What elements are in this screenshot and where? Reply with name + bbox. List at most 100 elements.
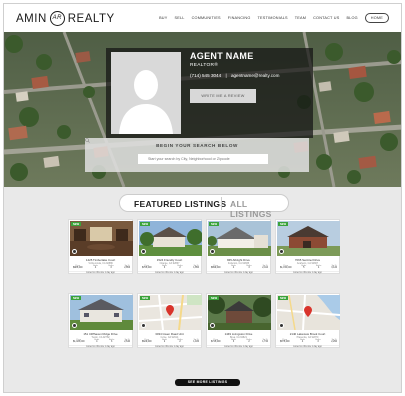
stat-price: Price $899,000 [211,265,221,269]
site-header: AMIN AR REALTY BUY SELL COMMUNITIES FINA… [4,4,401,32]
hero-section: AGENT NAME REALTOR® (714) 545 3044 | age… [4,32,401,187]
map-pin-icon[interactable] [72,323,77,328]
listing-map [277,295,340,330]
agent-title: REALTOR® [190,63,219,68]
listing-tabs: FEATURED LISTINGS ALL LISTINGS [119,194,289,219]
listing-stats: Price $629,000 Beds 2 Baths 2 Sq Ft 1,180 [142,339,199,343]
map-pin-icon[interactable] [279,249,284,254]
listing-stats: Price $1,150,000 Beds 5 Baths 4 Sq Ft 3,120 [280,265,337,269]
search-panel: BEGIN YOUR SEARCH BELOW [85,138,309,172]
listing-card[interactable]: NEW 1425 Timberlake Court Yorba Linda, C… [68,219,133,274]
listing-photo [70,221,133,256]
listing-photo [208,221,271,256]
agent-name: AGENT NAME [190,51,254,61]
stat-price: Price $1,150,000 [280,265,292,269]
nav-financing[interactable]: FINANCING [228,16,251,20]
stat-sqft: Sq Ft 3,120 [331,265,337,269]
listing-card[interactable]: NEW 1524 Friendly Court Orange, CA 92867… [137,219,202,274]
stat-sqft: Sq Ft 2,640 [124,339,130,343]
new-badge: NEW [140,296,151,300]
listings-section: FEATURED LISTINGS ALL LISTINGS NEW 1425 … [4,187,401,392]
listing-stats: Price $985,000 Beds 4 Baths 3 Sq Ft 2,856 [73,265,130,269]
stat-price: Price $765,000 [142,265,152,269]
agent-phone[interactable]: (714) 545 3044 [190,73,221,78]
logo-text-right: REALTY [67,12,115,25]
new-badge: NEW [71,222,82,226]
page-frame: AMIN AR REALTY BUY SELL COMMUNITIES FINA… [3,3,402,393]
person-icon [111,52,181,134]
stat-baths: Baths 2 [177,265,183,269]
map-pin-icon[interactable] [72,249,77,254]
listing-map [139,295,202,330]
write-review-button[interactable]: WRITE ME A REVIEW [190,89,256,103]
listed-date: Listed on this site 1 day ago [138,270,201,274]
listing-card[interactable]: NEW 1449 Livingston Drive Brea, CA 92821… [206,293,271,348]
nav-buy[interactable]: BUY [159,16,167,20]
nav-sell[interactable]: SELL [175,16,185,20]
stat-baths: Baths 2 [177,339,183,343]
stat-baths: Baths 4 [316,265,322,269]
stat-beds: Beds 4 [231,265,236,269]
main-nav: BUY SELL COMMUNITIES FINANCING TESTIMONI… [159,13,389,23]
listing-card[interactable]: NEW 845 Albright Drive Fullerton, CA 928… [206,219,271,274]
listing-card[interactable]: NEW 3034 Gwen Road Unit Irvine, CA 92614… [137,293,202,348]
map-pin-icon[interactable] [141,323,146,328]
listing-stats: Price $899,000 Beds 4 Baths 3 Sq Ft 2,410 [211,265,268,269]
stat-baths: Baths 2 [246,339,252,343]
listing-stats: Price $1,025,000 Beds 4 Baths 3 Sq Ft 2,640 [73,339,130,343]
map-pin-icon[interactable] [141,249,146,254]
agent-email[interactable]: agentname@realty.com [231,73,280,78]
nav-testimonials[interactable]: TESTIMONIALS [257,16,287,20]
stat-price: Price $745,000 [211,339,221,343]
stat-sqft: Sq Ft 2,856 [124,265,130,269]
stat-baths: Baths 3 [246,265,252,269]
stat-sqft: Sq Ft 2,290 [331,339,337,343]
search-title: BEGIN YOUR SEARCH BELOW [156,143,238,148]
new-badge: NEW [140,222,151,226]
nav-blog[interactable]: BLOG [346,16,357,20]
stat-price: Price $985,000 [73,265,83,269]
nav-contact-us[interactable]: CONTACT US [313,16,339,20]
listing-photo [277,221,340,256]
listing-card[interactable]: NEW 151 Cliffhaven Ridge Drive Tustin, C… [68,293,133,348]
listed-date: Listed on this site 1 day ago [276,270,339,274]
listing-card[interactable]: NEW 7065 Sentinel Drive Anaheim, CA 9280… [275,219,340,274]
listing-photo [70,295,133,330]
logo-mark-icon: AR [49,11,65,26]
map-pin-icon[interactable] [210,323,215,328]
new-badge: NEW [71,296,82,300]
stat-beds: Beds 5 [301,265,307,269]
listed-date: Listed on this site 1 day ago [276,344,339,348]
listing-card[interactable]: NEW 2140 Lakeview Brook Court Placentia,… [275,293,340,348]
contact-separator: | [225,73,227,78]
site-logo[interactable]: AMIN AR REALTY [16,11,115,26]
stat-price: Price $629,000 [142,339,152,343]
listed-date: Listed on this site 1 day ago [207,270,270,274]
stat-sqft: Sq Ft 2,410 [262,265,268,269]
stat-beds: Beds 2 [162,339,167,343]
nav-team[interactable]: TEAM [295,16,306,20]
stat-sqft: Sq Ft 1,740 [262,339,268,343]
logo-text-left: AMIN [16,12,47,25]
listed-date: Listed on this site 1 day ago [69,344,132,348]
stat-price: Price $1,025,000 [73,339,85,343]
stat-price: Price $875,000 [280,339,290,343]
agent-info-panel: AGENT NAME REALTOR® (714) 545 3044 | age… [106,48,313,138]
agent-avatar-placeholder [111,52,181,134]
listing-stats: Price $765,000 Beds 3 Baths 2 Sq Ft 1,850 [142,265,199,269]
listing-stats: Price $875,000 Beds 4 Baths 3 Sq Ft 2,290 [280,339,337,343]
map-pin-icon[interactable] [279,323,284,328]
home-button[interactable]: HOME [364,13,389,23]
stat-baths: Baths 3 [315,339,321,343]
agent-contact: (714) 545 3044 | agentname@realty.com [190,73,279,78]
nav-communities[interactable]: COMMUNITIES [192,16,221,20]
new-badge: NEW [278,296,289,300]
map-pin-icon[interactable] [210,249,215,254]
stat-baths: Baths 3 [109,339,115,343]
tab-featured-listings[interactable]: FEATURED LISTINGS [134,199,226,209]
tab-all-listings[interactable]: ALL LISTINGS [230,199,288,219]
listing-photo [139,221,202,256]
see-more-listings-button[interactable]: SEE MORE LISTINGS [175,379,240,386]
new-badge: NEW [209,222,220,226]
search-input[interactable] [138,154,268,164]
